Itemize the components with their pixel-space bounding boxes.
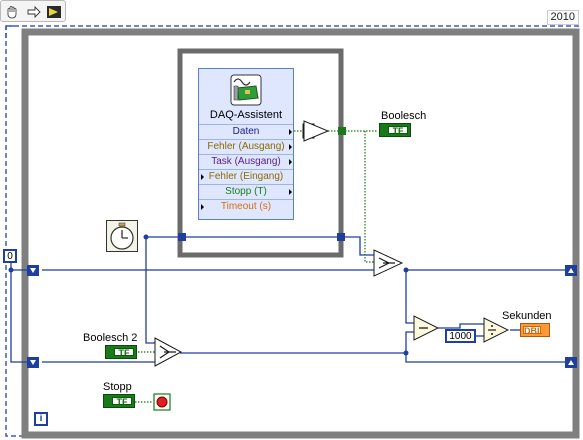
daq-input-arrows bbox=[201, 174, 204, 210]
shift-register-right-1[interactable] bbox=[565, 265, 577, 276]
zero-constant[interactable]: 0 bbox=[3, 249, 17, 263]
boolesch-indicator[interactable]: TF bbox=[379, 123, 411, 137]
daq-row-fehler-eingang[interactable]: Fehler (Eingang) bbox=[199, 169, 293, 184]
daq-row-timeout[interactable]: Timeout (s) bbox=[199, 199, 293, 214]
boolesch-label: Boolesch bbox=[381, 110, 427, 122]
loop-condition-stop-icon[interactable] bbox=[153, 393, 171, 411]
daq-title: DAQ-Assistent bbox=[209, 109, 283, 121]
daq-row-stopp[interactable]: Stopp (T) bbox=[199, 184, 293, 199]
shift-register-right-2[interactable] bbox=[565, 357, 577, 368]
thousand-constant[interactable]: 1000 bbox=[445, 329, 476, 343]
sequence-tunnel-left bbox=[178, 233, 186, 241]
sequence-tunnel-boolean bbox=[338, 127, 346, 135]
select-node-2 bbox=[154, 337, 183, 367]
daq-terminal-arrows bbox=[289, 129, 292, 195]
daq-card-icon bbox=[230, 74, 262, 106]
boolesch2-label: Boolesch 2 bbox=[83, 332, 138, 344]
boolesch2-control[interactable]: TF bbox=[105, 345, 137, 359]
boolesch-tf: TF bbox=[388, 126, 408, 136]
tick-count-node[interactable] bbox=[106, 220, 138, 252]
select-node-1 bbox=[373, 249, 404, 277]
daq-row-daten[interactable]: Daten bbox=[199, 124, 293, 139]
sekunden-indicator[interactable]: DBL bbox=[520, 323, 550, 337]
sequence-tunnel-right bbox=[337, 233, 345, 241]
daq-row-fehler-ausgang[interactable]: Fehler (Ausgang) bbox=[199, 139, 293, 154]
sekunden-label: Sekunden bbox=[502, 310, 552, 322]
clock-icon bbox=[110, 222, 134, 250]
stopp-control[interactable]: TF bbox=[103, 394, 135, 408]
subtract-node bbox=[413, 315, 440, 341]
shift-register-left-1[interactable] bbox=[27, 265, 39, 276]
iteration-terminal: i bbox=[34, 412, 48, 426]
comparison-node bbox=[303, 120, 330, 142]
stopp-label: Stopp bbox=[103, 381, 132, 393]
daq-row-task-ausgang[interactable]: Task (Ausgang) bbox=[199, 154, 293, 169]
block-diagram-canvas bbox=[5, 25, 580, 439]
boolesch2-tf: TF bbox=[114, 348, 134, 358]
stopp-tf: TF bbox=[112, 397, 132, 407]
sekunden-dbl: DBL bbox=[523, 326, 543, 336]
daq-assistant-node[interactable]: DAQ-Assistent Daten Fehler (Ausgang) Tas… bbox=[198, 68, 294, 220]
shift-register-left-2[interactable] bbox=[27, 357, 39, 368]
